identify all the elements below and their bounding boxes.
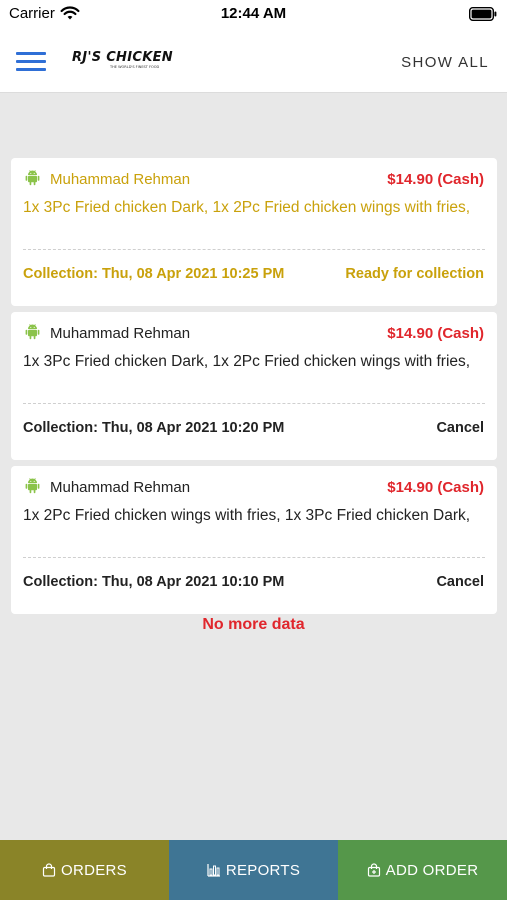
tab-orders[interactable]: ORDERS xyxy=(0,840,169,900)
android-icon xyxy=(25,478,40,494)
hamburger-menu-icon[interactable] xyxy=(16,52,46,72)
brand-tagline: THE WORLD'S FINEST FOOD xyxy=(110,65,160,69)
bag-icon xyxy=(42,863,56,877)
order-price: $14.90 (Cash) xyxy=(387,171,484,188)
order-status-button[interactable]: Ready for collection xyxy=(345,266,484,282)
tab-reports-label: REPORTS xyxy=(225,861,301,879)
order-card[interactable]: Muhammad Rehman $14.90 (Cash) 1x 2Pc Fri… xyxy=(11,466,497,614)
customer-name: Muhammad Rehman xyxy=(50,325,191,342)
clock: 12:44 AM xyxy=(220,5,287,22)
order-items: 1x 3Pc Fried chicken Dark, 1x 2Pc Fried … xyxy=(23,199,471,216)
tab-reports[interactable]: REPORTS xyxy=(169,840,338,900)
bottom-tab-bar: ORDERS REPORTS ADD ORDER xyxy=(0,840,507,900)
collection-time: Collection: Thu, 08 Apr 2021 10:20 PM xyxy=(23,420,285,436)
customer-name: Muhammad Rehman xyxy=(50,171,191,188)
card-divider xyxy=(23,249,485,250)
tab-add-order-label: ADD ORDER xyxy=(385,861,479,879)
android-icon xyxy=(25,170,40,186)
order-price: $14.90 (Cash) xyxy=(387,479,484,496)
brand-name: RJ'S CHICKEN xyxy=(72,50,173,65)
show-all-button[interactable]: SHOW ALL xyxy=(401,54,489,71)
cancel-button[interactable]: Cancel xyxy=(436,574,484,590)
add-bag-icon xyxy=(367,863,380,877)
card-divider xyxy=(23,403,485,404)
orders-list: Muhammad Rehman $14.90 (Cash) 1x 3Pc Fri… xyxy=(11,158,497,620)
cancel-button[interactable]: Cancel xyxy=(436,420,484,436)
bar-chart-icon xyxy=(207,864,220,877)
tab-orders-label: ORDERS xyxy=(61,861,127,879)
order-price: $14.90 (Cash) xyxy=(387,325,484,342)
customer-name: Muhammad Rehman xyxy=(50,479,191,496)
collection-time: Collection: Thu, 08 Apr 2021 10:10 PM xyxy=(23,574,285,590)
order-items: 1x 3Pc Fried chicken Dark, 1x 2Pc Fried … xyxy=(23,353,471,370)
order-card[interactable]: Muhammad Rehman $14.90 (Cash) 1x 3Pc Fri… xyxy=(11,312,497,460)
status-bar: Carrier 12:44 AM xyxy=(0,0,507,30)
brand-logo: RJ'S CHICKEN THE WORLD'S FINEST FOOD xyxy=(72,51,184,73)
top-app-bar: RJ'S CHICKEN THE WORLD'S FINEST FOOD SHO… xyxy=(0,30,507,93)
tab-add-order[interactable]: ADD ORDER xyxy=(338,840,507,900)
order-card[interactable]: Muhammad Rehman $14.90 (Cash) 1x 3Pc Fri… xyxy=(11,158,497,306)
order-items: 1x 2Pc Fried chicken wings with fries, 1… xyxy=(23,507,471,524)
no-more-data-label: No more data xyxy=(202,616,305,633)
collection-time: Collection: Thu, 08 Apr 2021 10:25 PM xyxy=(23,266,285,282)
android-icon xyxy=(25,324,40,340)
card-divider xyxy=(23,557,485,558)
battery-icon xyxy=(469,7,497,21)
